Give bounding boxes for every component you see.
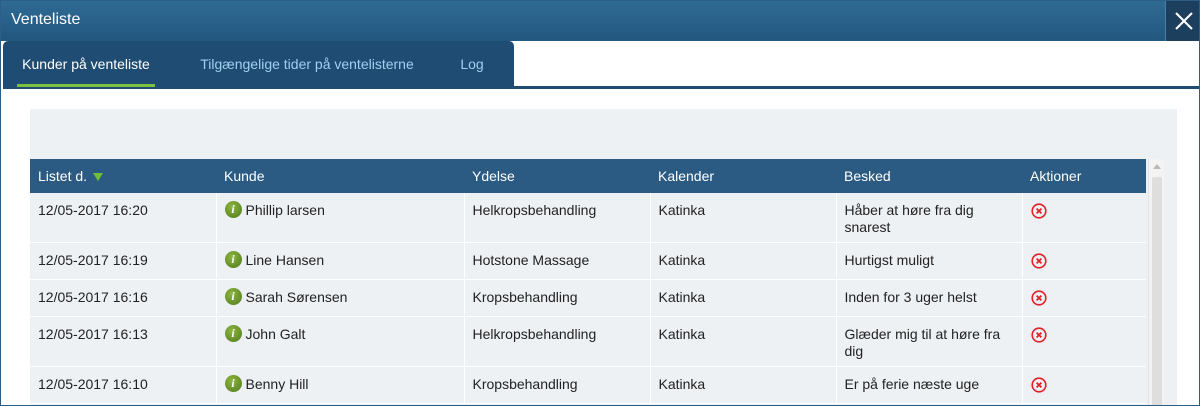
message-cell: Hurtigst muligt (836, 242, 1023, 280)
delete-icon[interactable] (1030, 377, 1047, 393)
listed-date: 12/05-2017 16:16 (30, 279, 217, 317)
actions-cell (1022, 193, 1146, 243)
calendar-cell: Katinka (650, 242, 837, 280)
info-icon[interactable]: i (224, 201, 242, 219)
window-title: Venteliste (11, 11, 81, 28)
column-header-actions: Aktioner (1022, 159, 1146, 193)
info-icon[interactable]: i (224, 325, 242, 343)
customer-cell: i Phillip larsen (216, 193, 465, 243)
listed-date: 12/05-2017 16:13 (30, 316, 217, 367)
table-row: 12/05-2017 16:19 i Line Hansen Hotstone M… (30, 242, 1146, 280)
table-row: 12/05-2017 16:10 i Benny Hill Kropsbehand… (30, 366, 1146, 404)
customer-name: Sarah Sørensen (245, 289, 348, 305)
info-icon[interactable]: i (224, 375, 242, 393)
service-cell: Helkropsbehandling (464, 316, 651, 367)
column-header-service[interactable]: Ydelse (464, 159, 650, 193)
tab-label: Log (460, 56, 484, 72)
customer-cell: i John Galt (216, 316, 465, 367)
actions-cell (1022, 316, 1146, 367)
info-icon[interactable]: i (224, 251, 242, 269)
tab-label: Kunder på venteliste (22, 56, 150, 72)
waitlist-table: Listet d. Kunde Ydelse Kalender Besked A… (30, 159, 1146, 404)
message-cell: Håber at høre fra dig snarest (836, 193, 1023, 243)
table-row: 12/05-2017 16:16 i Sarah Sørensen Kropsbe… (30, 279, 1146, 317)
column-header-customer[interactable]: Kunde (216, 159, 464, 193)
customer-name: Line Hansen (245, 252, 325, 268)
tab-available-times[interactable]: Tilgængelige tider på ventelisterne (187, 41, 427, 87)
calendar-cell: Katinka (650, 366, 837, 404)
delete-icon[interactable] (1030, 203, 1047, 219)
service-cell: Kropsbehandling (464, 279, 651, 317)
service-cell: Hotstone Massage (464, 242, 651, 280)
delete-icon[interactable] (1030, 253, 1047, 269)
active-tab-indicator (17, 84, 155, 87)
customer-name: John Galt (245, 326, 306, 342)
message-cell: Inden for 3 uger helst (836, 279, 1023, 317)
actions-cell (1022, 279, 1146, 317)
customer-cell: i Line Hansen (216, 242, 465, 280)
listed-date: 12/05-2017 16:10 (30, 366, 217, 404)
actions-cell (1022, 242, 1146, 280)
calendar-cell: Katinka (650, 316, 837, 367)
actions-cell (1022, 366, 1146, 404)
customer-cell: i Benny Hill (216, 366, 465, 404)
listed-date: 12/05-2017 16:20 (30, 193, 217, 243)
column-header-calendar[interactable]: Kalender (650, 159, 836, 193)
message-cell: Glæder mig til at høre fra dig (836, 316, 1023, 367)
customer-name: Benny Hill (245, 376, 309, 392)
close-button[interactable] (1165, 1, 1199, 41)
sort-descending-icon (93, 173, 104, 182)
table-header-row: Listet d. Kunde Ydelse Kalender Besked A… (30, 159, 1146, 193)
delete-icon[interactable] (1030, 327, 1047, 343)
calendar-cell: Katinka (650, 279, 837, 317)
table-row: 12/05-2017 16:13 i John Galt Helkropsbeha… (30, 316, 1146, 367)
listed-date: 12/05-2017 16:19 (30, 242, 217, 280)
message-cell: Er på ferie næste uge (836, 366, 1023, 404)
tab-bar: Kunder på venteliste Tilgængelige tider … (3, 41, 1199, 89)
waitlist-table-container: Listet d. Kunde Ydelse Kalender Besked A… (30, 159, 1146, 405)
vertical-scrollbar[interactable] (1148, 159, 1164, 405)
tab-log[interactable]: Log (449, 41, 495, 87)
tab-label: Tilgængelige tider på ventelisterne (200, 56, 414, 72)
calendar-cell: Katinka (650, 193, 837, 243)
title-bar: Venteliste (1, 1, 1199, 41)
waitlist-window: Venteliste Kunder på venteliste Tilgænge… (0, 0, 1200, 406)
tab-strip: Kunder på venteliste Tilgængelige tider … (3, 41, 514, 87)
table-row: 12/05-2017 16:20 i Phillip larsen Helkrop… (30, 193, 1146, 243)
tab-waitlist-customers[interactable]: Kunder på venteliste (17, 41, 155, 87)
column-header-message[interactable]: Besked (836, 159, 1022, 193)
delete-icon[interactable] (1030, 290, 1047, 306)
service-cell: Kropsbehandling (464, 366, 651, 404)
customer-cell: i Sarah Sørensen (216, 279, 465, 317)
scroll-up-icon[interactable] (1153, 164, 1161, 169)
customer-name: Phillip larsen (245, 202, 325, 218)
close-icon (1175, 12, 1193, 30)
scrollbar-thumb[interactable] (1152, 177, 1162, 405)
service-cell: Helkropsbehandling (464, 193, 651, 243)
column-header-listed[interactable]: Listet d. (30, 159, 216, 193)
info-icon[interactable]: i (224, 288, 242, 306)
